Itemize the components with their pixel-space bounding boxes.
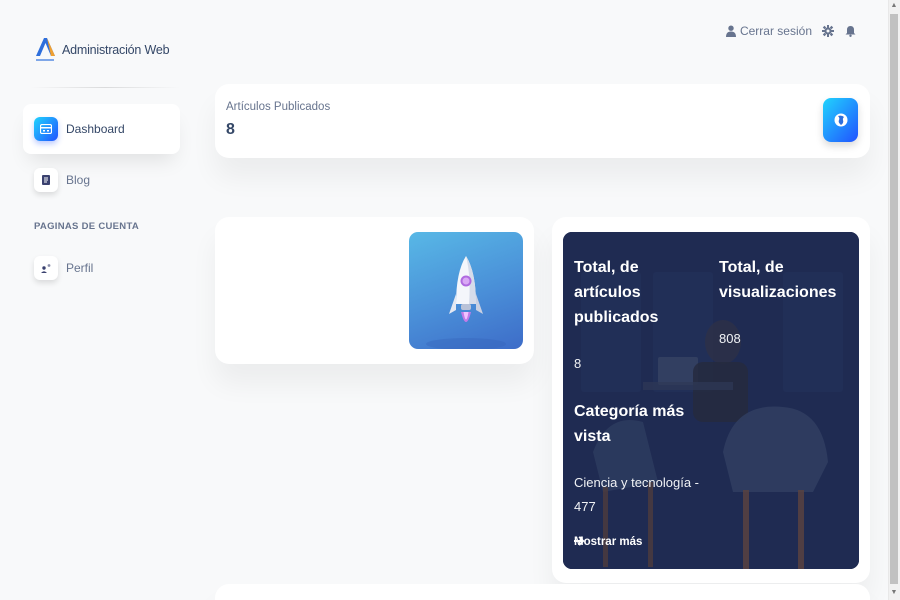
sidebar-item-label: Dashboard (66, 122, 125, 136)
dashboard-icon (34, 117, 58, 141)
summary-content: Total, de artículos publicados 8 Total, … (563, 232, 859, 569)
summary-card: Total, de artículos publicados 8 Total, … (552, 217, 870, 583)
bottom-card (215, 584, 870, 600)
sidebar: Administración Web Dashboard Blog PAGINA… (0, 0, 196, 600)
a-logo-icon (36, 38, 55, 61)
rocket-illustration (409, 232, 523, 349)
user-icon (725, 25, 736, 37)
articles-published-card: Artículos Publicados 8 (215, 84, 870, 158)
scrollbar[interactable]: ▲ ▼ (888, 0, 900, 600)
brand[interactable]: Administración Web (34, 36, 170, 64)
logout-label: Cerrar sesión (739, 24, 812, 38)
show-more-link[interactable]: Mostrar más (574, 536, 642, 548)
top-category-value: Ciencia y tecnología - 477 (574, 475, 700, 514)
gear-icon[interactable] (822, 24, 834, 38)
stat-value: 8 (226, 121, 235, 138)
brand-title: Administración Web (62, 43, 170, 57)
bell-icon[interactable] (844, 24, 856, 38)
topbar: Cerrar sesión (725, 24, 856, 38)
sidebar-item-label: Blog (66, 173, 91, 187)
summary-background: Total, de artículos publicados 8 Total, … (563, 232, 859, 569)
logout-button[interactable]: Cerrar sesión (725, 24, 812, 38)
section-label: PAGINAS DE CUENTA (34, 221, 140, 232)
user-icon (34, 256, 58, 280)
total-views-value: 808 (719, 331, 741, 346)
total-articles-value: 8 (574, 356, 582, 371)
total-views-title: Total, de visualizaciones (719, 259, 837, 301)
globe-icon (823, 98, 858, 142)
document-icon (34, 168, 58, 192)
stat-label: Artículos Publicados (226, 101, 331, 113)
sidebar-item-perfil[interactable]: Perfil (23, 243, 180, 293)
sidebar-item-blog[interactable]: Blog (23, 155, 180, 205)
scroll-up-icon[interactable]: ▲ (890, 2, 898, 10)
rocket-icon (426, 256, 506, 349)
sidebar-item-label: Perfil (66, 261, 94, 275)
top-category-title: Categoría más vista (574, 403, 685, 445)
divider (30, 87, 180, 88)
arrow-right-icon (574, 536, 585, 546)
rocket-card (215, 217, 534, 364)
scroll-down-icon[interactable]: ▼ (890, 589, 898, 597)
scrollbar-thumb[interactable] (890, 14, 898, 584)
total-articles-title: Total, de artículos publicados (574, 259, 659, 326)
sidebar-item-dashboard[interactable]: Dashboard (23, 104, 180, 154)
